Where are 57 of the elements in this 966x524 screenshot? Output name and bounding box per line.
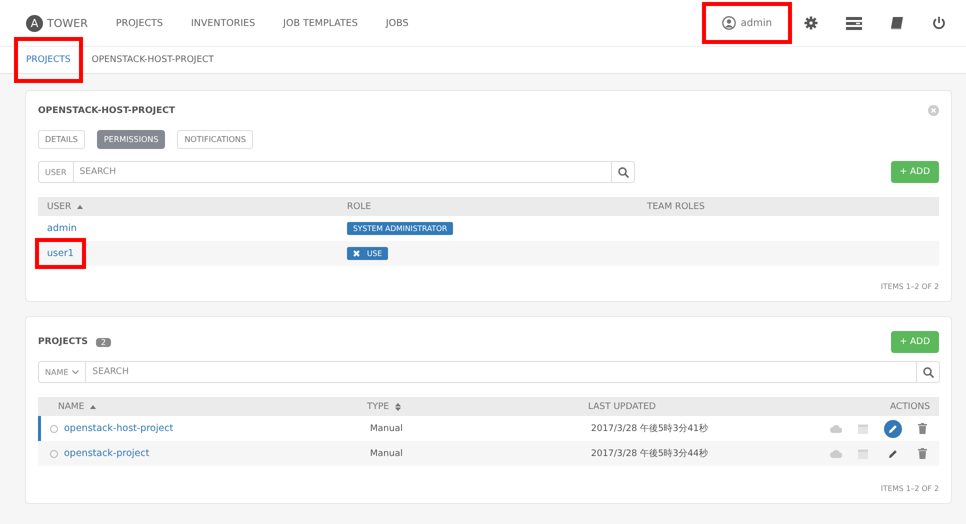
type-cell-text: Manual bbox=[369, 424, 404, 434]
column-header[interactable]: NAME bbox=[58, 402, 84, 412]
column-header[interactable]: USER bbox=[47, 202, 72, 212]
breadcrumb-current: OPENSTACK-HOST-PROJECT bbox=[90, 54, 215, 67]
column-header: TEAM ROLES bbox=[646, 202, 706, 212]
column-header: ACTIONS bbox=[889, 402, 931, 412]
user-link[interactable]: admin bbox=[47, 217, 77, 240]
edit-button[interactable] bbox=[884, 420, 902, 438]
column-header[interactable]: TYPE bbox=[367, 402, 390, 412]
nav-link[interactable]: PROJECTS bbox=[116, 18, 163, 28]
radio-icon[interactable] bbox=[50, 424, 58, 432]
settings-icon[interactable] bbox=[804, 16, 818, 30]
search-icon[interactable] bbox=[922, 366, 934, 378]
sort-up-icon[interactable] bbox=[77, 204, 84, 208]
power-icon[interactable] bbox=[932, 16, 946, 30]
type-cell-text: Manual bbox=[369, 448, 404, 458]
list-icon[interactable] bbox=[846, 16, 862, 30]
tab[interactable]: DETAILS bbox=[38, 130, 85, 149]
radio-icon[interactable] bbox=[50, 450, 58, 458]
remove-icon[interactable] bbox=[353, 250, 360, 257]
trash-icon[interactable] bbox=[918, 448, 927, 459]
column-header: LAST UPDATED bbox=[587, 402, 657, 412]
nav-link[interactable]: INVENTORIES bbox=[190, 18, 256, 28]
logo-icon: A bbox=[26, 14, 43, 32]
project-link[interactable]: openstack-project bbox=[64, 448, 150, 459]
search-bar[interactable]: NAME SEARCH bbox=[38, 361, 940, 383]
book-icon[interactable] bbox=[890, 16, 904, 30]
search-bar[interactable]: USER SEARCH bbox=[38, 161, 635, 183]
card-title: OPENSTACK-HOST-PROJECT bbox=[38, 106, 175, 116]
nav-link[interactable]: JOB TEMPLATES bbox=[283, 18, 358, 28]
user-name: admin bbox=[740, 18, 772, 28]
nav-link[interactable]: JOBS bbox=[386, 18, 408, 28]
project-row[interactable]: openstack-project Manual 2017/3/28 午後5時3分44秒 bbox=[38, 441, 939, 466]
add-button[interactable]: + ADD bbox=[890, 331, 939, 353]
pencil-icon bbox=[888, 448, 898, 458]
search-icon[interactable] bbox=[618, 166, 628, 178]
count-badge: 2 bbox=[96, 338, 111, 346]
date-cell-text: 2017/3/28 午後5時3分41秒 bbox=[590, 422, 709, 435]
search-field[interactable]: SEARCH bbox=[86, 367, 916, 377]
chevron-down-icon[interactable] bbox=[72, 370, 80, 374]
search-field[interactable]: SEARCH bbox=[74, 167, 611, 177]
column-header: ROLE bbox=[346, 202, 372, 212]
tab[interactable]: NOTIFICATIONS bbox=[177, 130, 253, 149]
tab[interactable]: PERMISSIONS bbox=[96, 130, 166, 149]
search-scope[interactable]: NAME bbox=[45, 368, 68, 376]
user-menu[interactable]: admin bbox=[706, 6, 788, 40]
user-icon bbox=[722, 16, 736, 30]
sort-up-icon[interactable] bbox=[90, 404, 96, 408]
project-link[interactable]: openstack-host-project bbox=[64, 423, 174, 434]
add-button[interactable]: + ADD bbox=[890, 161, 939, 183]
card-title: PROJECTS bbox=[38, 337, 88, 347]
brand-name: TOWER bbox=[47, 16, 88, 30]
search-scope[interactable]: USER bbox=[39, 162, 74, 182]
trash-icon[interactable] bbox=[918, 423, 927, 434]
date-cell-text: 2017/3/28 午後5時3分44秒 bbox=[590, 448, 709, 460]
sort-icon[interactable] bbox=[395, 402, 402, 410]
pencil-icon bbox=[888, 424, 898, 434]
